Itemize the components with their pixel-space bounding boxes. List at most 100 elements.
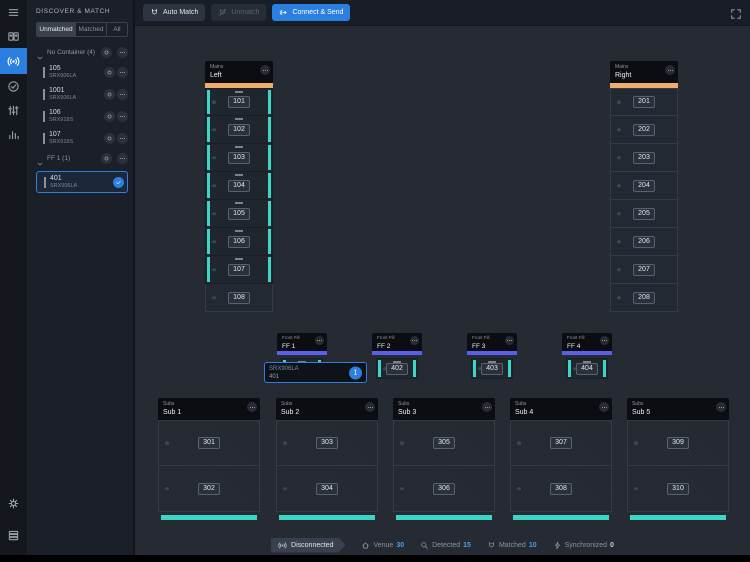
module-306[interactable]: 306 [393, 466, 495, 512]
module-207[interactable]: 207 [610, 256, 678, 284]
rail-item-menu[interactable] [0, 0, 27, 24]
more-button[interactable] [117, 132, 128, 144]
module-208[interactable]: 208 [610, 284, 678, 312]
status-stats: Venue 30 Detected 15 Matched 10 Synchronized 0 [361, 541, 614, 550]
locate-button[interactable] [104, 88, 115, 100]
auto-match-button[interactable]: Auto Match [143, 4, 206, 21]
module-404[interactable]: 404 [566, 358, 608, 379]
module-308[interactable]: 308 [510, 466, 612, 512]
module-101[interactable]: 101 [205, 88, 273, 116]
more-button[interactable] [260, 65, 270, 75]
module-403[interactable]: 403 [471, 358, 513, 379]
more-button[interactable] [247, 402, 257, 412]
more-button[interactable] [117, 88, 128, 100]
tree-item[interactable]: 401 SRX906LA [36, 171, 128, 193]
locate-button[interactable] [104, 110, 115, 122]
rail-item-discover[interactable] [0, 48, 27, 74]
more-button[interactable] [716, 402, 726, 412]
module-206[interactable]: 206 [610, 228, 678, 256]
more-button[interactable] [665, 65, 675, 75]
locate-button[interactable] [104, 132, 115, 144]
more-icon [506, 337, 513, 344]
tree-item[interactable]: 105 SRX906LA [36, 62, 128, 82]
speaker-group-sub-4[interactable]: Subs Sub 4 307 308 [510, 398, 612, 520]
speaker-group-ff-4[interactable]: Front Fill FF 4 404 [562, 333, 612, 379]
module-303[interactable]: 303 [276, 420, 378, 466]
tree-item[interactable]: 107 SRX918S [36, 128, 128, 148]
module-204[interactable]: 204 [610, 172, 678, 200]
rail-item-venue[interactable] [0, 24, 27, 48]
rail-item-settings-gear[interactable] [0, 491, 27, 515]
locate-button[interactable] [101, 153, 112, 164]
more-button[interactable] [315, 336, 324, 345]
module-id-chip: 202 [633, 123, 655, 136]
group-type-label: Subs [515, 401, 527, 407]
module-310[interactable]: 310 [627, 466, 729, 512]
more-button[interactable] [505, 336, 514, 345]
tab-all[interactable]: All [106, 23, 127, 36]
tree-item[interactable]: 1001 SRX906LA [36, 84, 128, 104]
module-305[interactable]: 305 [393, 420, 495, 466]
group-type-label: Subs [632, 401, 644, 407]
venue-canvas[interactable]: SRX906LA 401 1 Disconnected Venue 30 Detec… [135, 26, 750, 555]
locate-button[interactable] [104, 66, 115, 78]
speaker-group-sub-5[interactable]: Subs Sub 5 309 310 [627, 398, 729, 520]
module-102[interactable]: 102 [205, 116, 273, 144]
module-107[interactable]: 107 [205, 256, 273, 284]
speaker-group-sub-3[interactable]: Subs Sub 3 305 306 [393, 398, 495, 520]
module-106[interactable]: 106 [205, 228, 273, 256]
tree-group-header[interactable]: FF 1 (1) [36, 151, 128, 166]
more-button[interactable] [117, 66, 128, 78]
module-108[interactable]: 108 [205, 284, 273, 312]
more-button[interactable] [600, 336, 609, 345]
more-icon [119, 69, 126, 76]
module-dot-icon [212, 239, 216, 244]
speaker-group-sub-1[interactable]: Subs Sub 1 301 302 [158, 398, 260, 520]
connect-send-button[interactable]: Connect & Send [272, 4, 351, 21]
speaker-group-left[interactable]: Mains Left 101 102 103 104 105 106 107 108 [205, 61, 273, 312]
module-205[interactable]: 205 [610, 200, 678, 228]
locate-button[interactable] [101, 47, 112, 58]
module-dot-icon [517, 441, 521, 445]
more-button[interactable] [365, 402, 375, 412]
speaker-group-ff-2[interactable]: Front Fill FF 2 402 [372, 333, 422, 379]
tree-item[interactable]: 106 SRX918S [36, 106, 128, 126]
tab-unmatched[interactable]: Unmatched [37, 23, 75, 36]
module-id-chip: 402 [386, 362, 408, 375]
sub-front-bar [279, 515, 375, 520]
more-button[interactable] [117, 110, 128, 122]
module-104[interactable]: 104 [205, 172, 273, 200]
module-309[interactable]: 309 [627, 420, 729, 466]
module-103[interactable]: 103 [205, 144, 273, 172]
module-307[interactable]: 307 [510, 420, 612, 466]
tab-matched[interactable]: Matched [75, 23, 106, 36]
speaker-group-sub-2[interactable]: Subs Sub 2 303 304 [276, 398, 378, 520]
more-button[interactable] [117, 47, 128, 58]
more-icon [119, 91, 126, 98]
speaker-group-right[interactable]: Mains Right 201 202 203 204 205 206 207 208 [610, 61, 678, 312]
module-402[interactable]: 402 [376, 358, 418, 379]
rail-item-tune[interactable] [0, 98, 27, 122]
rail-item-check-circle[interactable] [0, 74, 27, 98]
module-201[interactable]: 201 [610, 88, 678, 116]
modules: 403 [467, 355, 517, 379]
module-304[interactable]: 304 [276, 466, 378, 512]
module-302[interactable]: 302 [158, 466, 260, 512]
rail-item-levels[interactable] [0, 122, 27, 146]
more-button[interactable] [410, 336, 419, 345]
module-dot-icon [517, 486, 521, 491]
module-203[interactable]: 203 [610, 144, 678, 172]
more-button[interactable] [482, 402, 492, 412]
tree-group-header[interactable]: No Container (4) [36, 45, 128, 60]
module-105[interactable]: 105 [205, 200, 273, 228]
module-301[interactable]: 301 [158, 420, 260, 466]
rail-item-log[interactable] [0, 523, 27, 547]
speaker-group-ff-3[interactable]: Front Fill FF 3 403 [467, 333, 517, 379]
rail-top-items [0, 0, 27, 146]
module-dot-icon [617, 295, 621, 300]
module-202[interactable]: 202 [610, 116, 678, 144]
group-header: Front Fill FF 4 [562, 333, 612, 351]
fullscreen-icon[interactable] [730, 7, 742, 19]
more-button[interactable] [117, 153, 128, 164]
more-button[interactable] [599, 402, 609, 412]
